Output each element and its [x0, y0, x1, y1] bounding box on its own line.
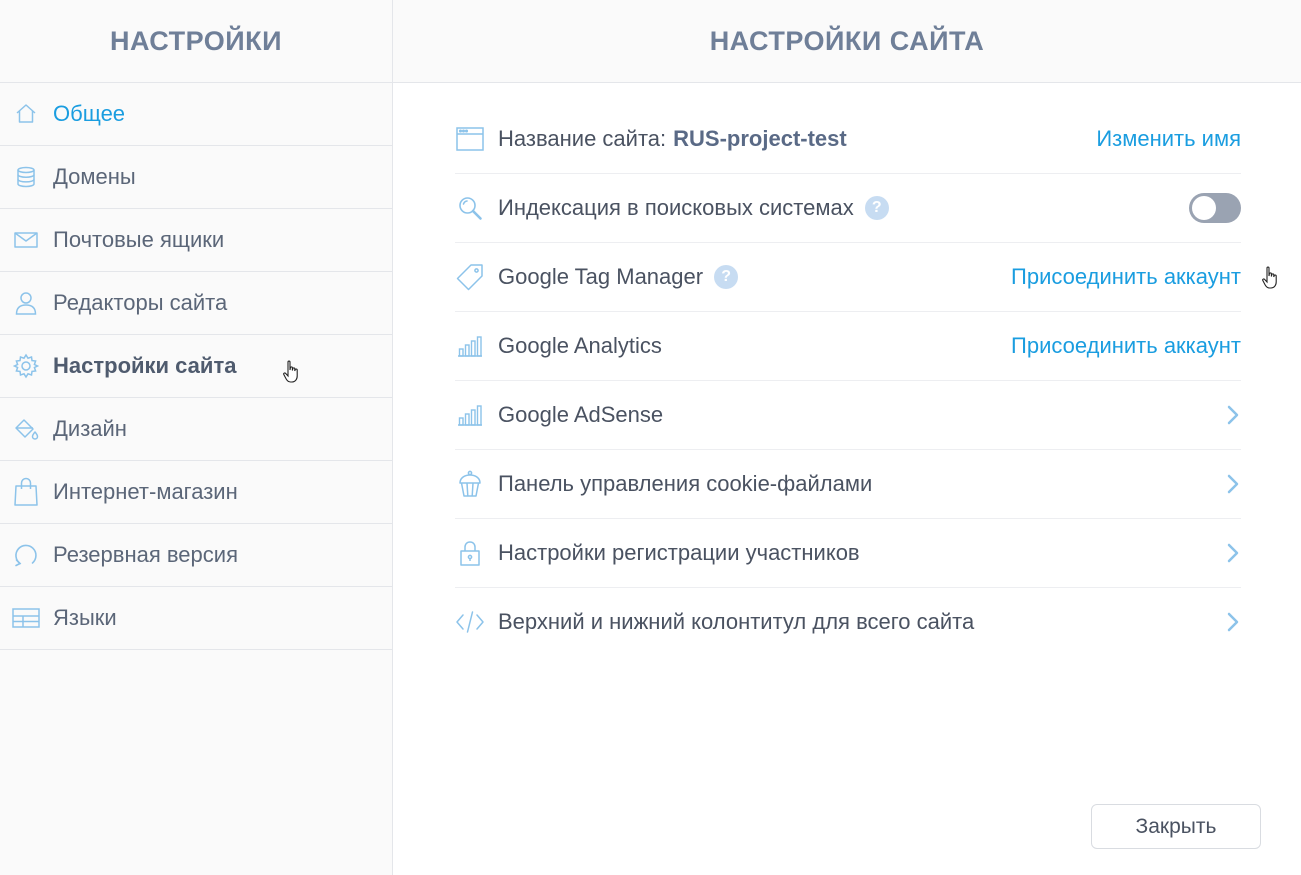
google-tag-manager-label: Google Tag Manager	[498, 264, 704, 289]
browser-window-icon	[455, 124, 485, 154]
settings-list: Название сайта: RUS-project-test Изменит…	[455, 105, 1277, 656]
settings-row-google-tag-manager: Google Tag Manager ? Присоединить аккаун…	[455, 243, 1277, 312]
settings-row-google-analytics: Google Analytics Присоединить аккаунт	[455, 312, 1241, 381]
home-icon	[12, 100, 40, 128]
chevron-right-icon[interactable]	[1225, 404, 1241, 426]
database-icon	[12, 163, 40, 191]
sidebar-item-label: Редакторы сайта	[53, 290, 228, 315]
cookie-panel-label: Панель управления cookie-файлами	[498, 471, 873, 496]
settings-row-member-registration[interactable]: Настройки регистрации участников	[455, 519, 1241, 588]
search-icon	[455, 193, 485, 223]
chevron-right-icon[interactable]	[1225, 611, 1241, 633]
sidebar-item-online-store[interactable]: Интернет-магазин	[0, 461, 392, 524]
settings-row-search-indexing: Индексация в поисковых системах ?	[455, 174, 1241, 243]
code-icon	[455, 607, 485, 637]
tag-icon	[455, 262, 485, 292]
shopping-bag-icon	[12, 477, 40, 506]
search-indexing-label: Индексация в поисковых системах	[498, 195, 854, 220]
sidebar-item-label: Настройки сайта	[53, 353, 237, 378]
mail-icon	[12, 226, 40, 254]
rename-site-link[interactable]: Изменить имя	[1096, 126, 1241, 152]
google-analytics-label: Google Analytics	[498, 333, 662, 358]
sidebar-item-design[interactable]: Дизайн	[0, 398, 392, 461]
user-icon	[12, 289, 40, 317]
search-indexing-toggle[interactable]	[1189, 193, 1241, 223]
sidebar-item-label: Почтовые ящики	[53, 227, 225, 252]
sidebar-item-label: Домены	[53, 164, 136, 189]
help-icon[interactable]: ?	[864, 196, 889, 220]
paint-bucket-icon	[12, 415, 40, 443]
site-name-label: Название сайта:	[498, 126, 667, 151]
languages-grid-icon	[12, 604, 40, 632]
page-title: НАСТРОЙКИ САЙТА	[393, 0, 1301, 83]
close-button[interactable]: Закрыть	[1091, 804, 1261, 849]
toggle-knob	[1192, 196, 1216, 220]
sidebar: НАСТРОЙКИ Общее Домены Почтовые ящики Ре…	[0, 0, 393, 875]
sidebar-item-label: Общее	[53, 101, 126, 126]
sidebar-item-backup[interactable]: Резервная версия	[0, 524, 392, 587]
lock-icon	[455, 538, 485, 568]
sidebar-item-site-editors[interactable]: Редакторы сайта	[0, 272, 392, 335]
sidebar-item-general[interactable]: Общее	[0, 83, 392, 146]
cupcake-icon	[455, 469, 485, 499]
bar-chart-icon	[455, 400, 485, 430]
restore-icon	[12, 541, 40, 569]
connect-account-link[interactable]: Присоединить аккаунт	[1011, 333, 1241, 359]
sidebar-item-label: Резервная версия	[53, 542, 238, 567]
connect-account-link[interactable]: Присоединить аккаунт	[1011, 264, 1241, 290]
help-icon[interactable]: ?	[714, 265, 739, 289]
sidebar-item-mailboxes[interactable]: Почтовые ящики	[0, 209, 392, 272]
settings-row-site-name: Название сайта: RUS-project-test Изменит…	[455, 105, 1241, 174]
sidebar-item-languages[interactable]: Языки	[0, 587, 392, 650]
hand-cursor-icon	[282, 360, 302, 384]
settings-row-google-adsense[interactable]: Google AdSense	[455, 381, 1241, 450]
sidebar-item-domains[interactable]: Домены	[0, 146, 392, 209]
header-footer-label: Верхний и нижний колонтитул для всего са…	[498, 609, 975, 634]
sidebar-title: НАСТРОЙКИ	[0, 0, 392, 83]
settings-row-header-footer[interactable]: Верхний и нижний колонтитул для всего са…	[455, 588, 1241, 656]
sidebar-item-label: Интернет-магазин	[53, 479, 238, 504]
settings-row-cookie-panel[interactable]: Панель управления cookie-файлами	[455, 450, 1241, 519]
main-panel: НАСТРОЙКИ САЙТА Название сайта: RUS-proj…	[393, 0, 1301, 875]
sidebar-item-site-settings[interactable]: Настройки сайта	[0, 335, 392, 398]
google-adsense-label: Google AdSense	[498, 402, 664, 427]
chevron-right-icon[interactable]	[1225, 473, 1241, 495]
site-name-value: RUS-project-test	[673, 126, 847, 151]
chevron-right-icon[interactable]	[1225, 542, 1241, 564]
hand-cursor-icon	[1261, 266, 1281, 290]
sidebar-item-label: Дизайн	[53, 416, 127, 441]
member-registration-label: Настройки регистрации участников	[498, 540, 860, 565]
gear-icon	[12, 352, 40, 380]
bar-chart-icon	[455, 331, 485, 361]
sidebar-item-label: Языки	[53, 605, 117, 630]
